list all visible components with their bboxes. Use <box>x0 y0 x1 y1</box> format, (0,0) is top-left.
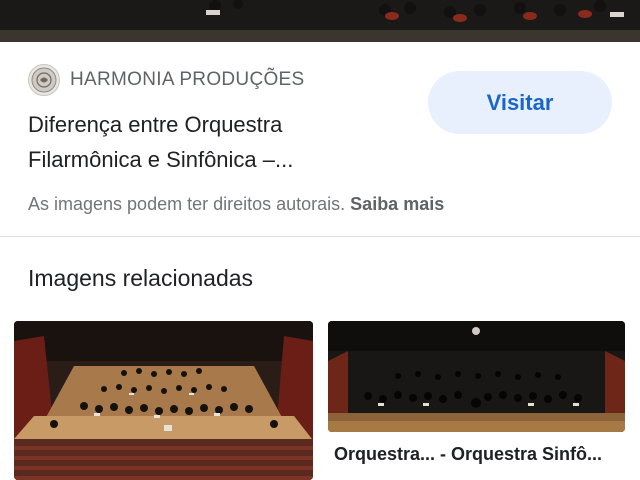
section-divider <box>0 236 640 237</box>
copyright-text: As imagens podem ter direitos autorais. <box>28 194 346 214</box>
related-images-heading: Imagens relacionadas <box>28 265 254 291</box>
orchestra-stage-image <box>14 321 313 480</box>
result-title-line-2: Filarmônica e Sinfônica –... <box>28 147 294 172</box>
orchestra-hall-image <box>328 321 625 432</box>
visit-button[interactable]: Visitar <box>428 71 612 134</box>
related-image-caption[interactable]: Orquestra... - Orquestra Sinfô... <box>334 444 624 465</box>
source-row[interactable]: HARMONIA PRODUÇÕES <box>28 64 305 96</box>
result-title-line-1: Diferença entre Orquestra <box>28 112 283 137</box>
related-image-thumbnail[interactable] <box>328 321 625 432</box>
related-image-thumbnail[interactable] <box>14 321 313 480</box>
orchestra-photo-strip <box>0 0 640 42</box>
learn-more-link[interactable]: Saiba mais <box>350 194 444 214</box>
copyright-notice: As imagens podem ter direitos autorais. … <box>28 194 444 215</box>
result-title[interactable]: Diferença entre Orquestra Filarmônica e … <box>28 107 408 177</box>
source-name: HARMONIA PRODUÇÕES <box>70 69 305 90</box>
main-image-preview[interactable] <box>0 0 640 42</box>
harmonia-logo-icon <box>28 64 60 96</box>
